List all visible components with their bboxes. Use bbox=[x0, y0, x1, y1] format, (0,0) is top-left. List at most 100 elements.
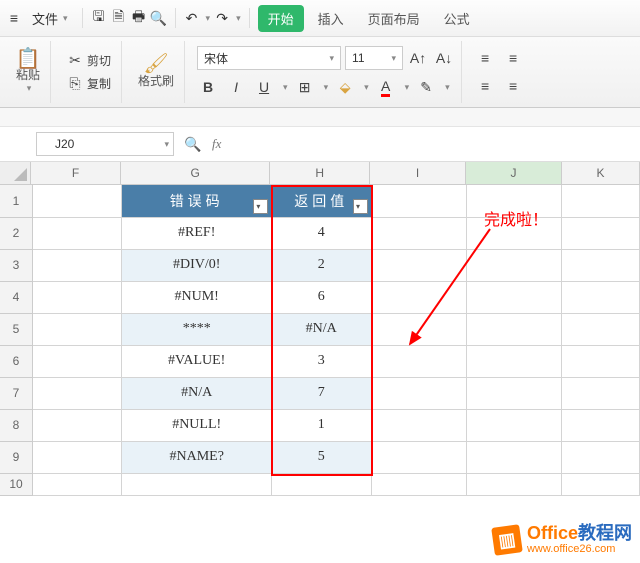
cell[interactable] bbox=[466, 249, 561, 281]
cell-errorcode[interactable]: **** bbox=[122, 313, 271, 345]
cell[interactable] bbox=[371, 345, 466, 377]
table-header-errorcode[interactable]: 错误码▾ bbox=[122, 185, 271, 217]
print-icon[interactable]: 🖶 bbox=[131, 10, 147, 26]
cell[interactable] bbox=[33, 441, 122, 473]
underline-button[interactable]: U bbox=[253, 76, 275, 98]
italic-button[interactable]: I bbox=[225, 76, 247, 98]
cell[interactable] bbox=[562, 281, 640, 313]
cell[interactable] bbox=[562, 249, 640, 281]
cell[interactable] bbox=[33, 409, 122, 441]
highlight-button[interactable]: ✎ bbox=[415, 76, 437, 98]
cell[interactable] bbox=[466, 409, 561, 441]
cell[interactable] bbox=[33, 313, 122, 345]
row-header[interactable]: 5 bbox=[0, 313, 33, 345]
cell[interactable] bbox=[466, 377, 561, 409]
col-header-J[interactable]: J bbox=[466, 162, 562, 184]
align-left-icon[interactable]: ≡ bbox=[474, 75, 496, 97]
tab-formula[interactable]: 公式 bbox=[434, 5, 480, 32]
save-icon[interactable]: 🖫 bbox=[91, 10, 107, 26]
fill-color-button[interactable]: ⬙ bbox=[334, 76, 356, 98]
cell[interactable] bbox=[466, 345, 561, 377]
cell-errorcode[interactable]: #REF! bbox=[122, 217, 271, 249]
cell-errorcode[interactable]: #N/A bbox=[122, 377, 271, 409]
cell[interactable] bbox=[33, 345, 122, 377]
save-as-icon[interactable]: 🗎 bbox=[111, 10, 127, 26]
grow-font-icon[interactable]: A↑ bbox=[407, 47, 429, 69]
col-header-K[interactable]: K bbox=[562, 162, 640, 184]
col-header-G[interactable]: G bbox=[121, 162, 270, 184]
tab-layout[interactable]: 页面布局 bbox=[358, 5, 430, 32]
app-menu-icon[interactable]: ≡ bbox=[6, 10, 22, 26]
cell-return[interactable]: 1 bbox=[271, 409, 371, 441]
table-header-return[interactable]: 返回值▾ bbox=[271, 185, 371, 217]
cell[interactable] bbox=[466, 313, 561, 345]
cell[interactable] bbox=[562, 185, 640, 217]
cell[interactable] bbox=[466, 441, 561, 473]
font-color-button[interactable]: A bbox=[375, 76, 397, 98]
cell[interactable] bbox=[371, 217, 466, 249]
tab-start[interactable]: 开始 bbox=[258, 5, 304, 32]
bold-button[interactable]: B bbox=[197, 76, 219, 98]
cell[interactable] bbox=[33, 377, 122, 409]
cell[interactable] bbox=[466, 281, 561, 313]
row-header[interactable]: 9 bbox=[0, 441, 33, 473]
cell[interactable] bbox=[562, 441, 640, 473]
paste-button[interactable]: 📋 粘贴▾ bbox=[12, 48, 44, 96]
col-header-I[interactable]: I bbox=[370, 162, 466, 184]
align-center-icon[interactable]: ≡ bbox=[502, 75, 524, 97]
font-size-combo[interactable]: 11▾ bbox=[345, 46, 403, 70]
redo-icon[interactable]: ↷ bbox=[214, 10, 230, 26]
cell[interactable] bbox=[562, 217, 640, 249]
shrink-font-icon[interactable]: A↓ bbox=[433, 47, 455, 69]
tab-insert[interactable]: 插入 bbox=[308, 5, 354, 32]
cell[interactable] bbox=[371, 281, 466, 313]
cell-errorcode[interactable]: #NULL! bbox=[122, 409, 271, 441]
row-header[interactable]: 6 bbox=[0, 345, 33, 377]
grid-body[interactable]: 1 错误码▾ 返回值▾ 2#REF!43#DIV/0!24#NUM!65****… bbox=[0, 185, 640, 496]
format-painter-button[interactable]: 🖌 格式刷 bbox=[134, 54, 178, 91]
cell[interactable] bbox=[33, 217, 122, 249]
cell[interactable] bbox=[371, 313, 466, 345]
cell[interactable] bbox=[33, 281, 122, 313]
cell[interactable] bbox=[371, 249, 466, 281]
cell-return[interactable]: 5 bbox=[271, 441, 371, 473]
cut-button[interactable]: ✂剪切 bbox=[63, 50, 115, 71]
select-all-corner[interactable] bbox=[0, 162, 31, 184]
undo-icon[interactable]: ↶ bbox=[184, 10, 200, 26]
cell-errorcode[interactable]: #NUM! bbox=[122, 281, 271, 313]
cell-return[interactable]: #N/A bbox=[271, 313, 371, 345]
cell-errorcode[interactable]: #NAME? bbox=[122, 441, 271, 473]
cell[interactable] bbox=[33, 185, 122, 217]
cell[interactable] bbox=[562, 313, 640, 345]
font-name-combo[interactable]: 宋体▾ bbox=[197, 46, 341, 70]
cell[interactable] bbox=[562, 409, 640, 441]
row-header[interactable]: 4 bbox=[0, 281, 33, 313]
filter-icon[interactable]: ▾ bbox=[353, 199, 368, 214]
col-header-H[interactable]: H bbox=[270, 162, 370, 184]
file-menu[interactable]: 文件▾ bbox=[26, 6, 74, 31]
preview-icon[interactable]: 🔍 bbox=[151, 10, 167, 26]
cell[interactable] bbox=[562, 377, 640, 409]
row-header[interactable]: 8 bbox=[0, 409, 33, 441]
cell[interactable] bbox=[371, 409, 466, 441]
row-header[interactable]: 7 bbox=[0, 377, 33, 409]
filter-icon[interactable]: ▾ bbox=[253, 199, 268, 214]
copy-button[interactable]: ⎘复制 bbox=[63, 73, 115, 94]
cell[interactable] bbox=[562, 345, 640, 377]
cell-return[interactable]: 2 bbox=[271, 249, 371, 281]
cell-return[interactable]: 7 bbox=[271, 377, 371, 409]
row-header[interactable]: 3 bbox=[0, 249, 33, 281]
col-header-F[interactable]: F bbox=[31, 162, 121, 184]
name-box[interactable]: J20▾ bbox=[36, 132, 174, 156]
cell-errorcode[interactable]: #DIV/0! bbox=[122, 249, 271, 281]
cell-errorcode[interactable]: #VALUE! bbox=[122, 345, 271, 377]
cell[interactable] bbox=[33, 249, 122, 281]
row-header[interactable]: 10 bbox=[0, 473, 33, 495]
zoom-icon[interactable]: 🔍 bbox=[182, 133, 204, 155]
row-header[interactable]: 2 bbox=[0, 217, 33, 249]
cell[interactable] bbox=[371, 377, 466, 409]
cell-return[interactable]: 4 bbox=[271, 217, 371, 249]
cell-return[interactable]: 6 bbox=[271, 281, 371, 313]
cell[interactable] bbox=[371, 441, 466, 473]
fx-icon[interactable]: fx bbox=[212, 136, 221, 152]
